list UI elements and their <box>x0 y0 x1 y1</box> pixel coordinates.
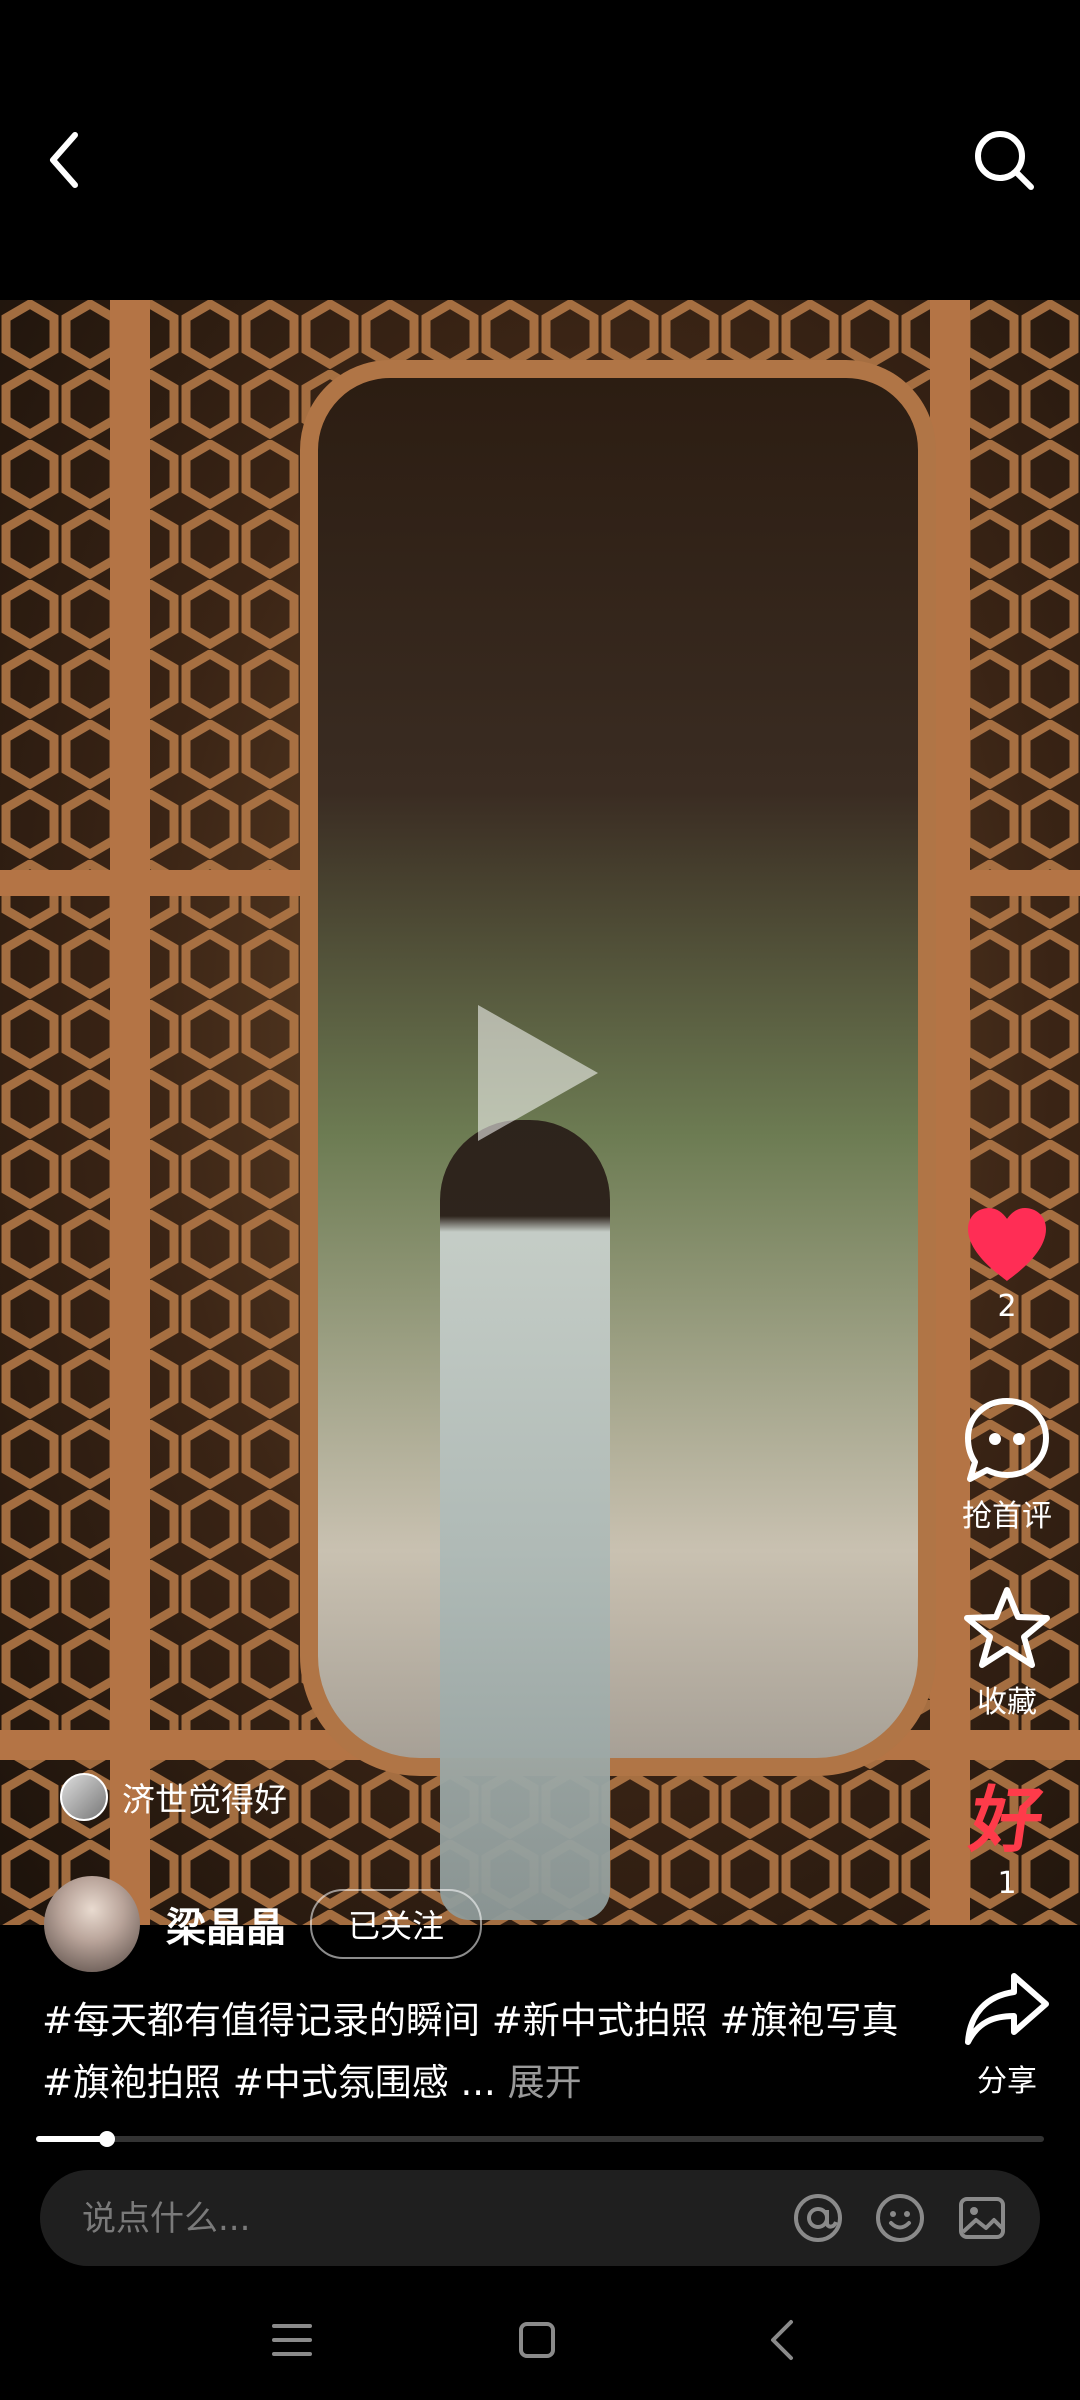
expand-link[interactable]: 展开 <box>508 2061 582 2104</box>
system-back-button[interactable] <box>742 2300 822 2380</box>
mention-at-icon[interactable] <box>792 2192 844 2244</box>
system-home-button[interactable] <box>497 2300 577 2380</box>
comment-label: 抢首评 <box>962 1499 1052 1534</box>
post-media[interactable] <box>0 300 1080 1925</box>
progress-fill <box>36 2136 107 2142</box>
author-name[interactable]: 梁晶晶 <box>166 1895 286 1953</box>
heart-icon <box>968 1208 1046 1281</box>
share-label: 分享 <box>977 2064 1037 2099</box>
share-button[interactable]: 分享 <box>952 1970 1062 2100</box>
good-button[interactable]: 好 1 <box>952 1778 1062 1901</box>
video-progress[interactable] <box>36 2131 1044 2147</box>
like-count: 2 <box>997 1289 1017 1324</box>
menu-icon <box>272 2324 312 2356</box>
comment-input[interactable] <box>80 2170 784 2268</box>
system-menu-button[interactable] <box>252 2300 332 2380</box>
star-icon <box>964 1587 1050 1668</box>
play-icon[interactable] <box>478 1005 598 1141</box>
post-description[interactable]: #每天都有值得记录的瞬间 #新中式拍照 #旗袍写真 #旗袍拍照 #中式氛围感 .… <box>42 1990 902 2114</box>
author-avatar[interactable] <box>44 1876 140 1972</box>
favorite-label: 收藏 <box>977 1685 1037 1720</box>
description-text: #每天都有值得记录的瞬间 #新中式拍照 #旗袍写真 #旗袍拍照 #中式氛围感 .… <box>42 1999 899 2104</box>
image-icon[interactable] <box>956 2192 1008 2244</box>
comment-icon <box>965 1398 1049 1482</box>
progress-knob[interactable] <box>98 2131 115 2147</box>
back-button[interactable] <box>30 120 100 200</box>
woman-figure <box>440 1120 610 1920</box>
home-icon <box>519 2322 555 2358</box>
good-count: 1 <box>997 1866 1017 1901</box>
back-icon <box>771 2320 793 2360</box>
search-icon <box>975 131 1034 190</box>
like-button[interactable]: 2 <box>952 1205 1062 1324</box>
chevron-left-icon <box>50 132 78 188</box>
follow-button[interactable]: 已关注 <box>310 1889 483 1959</box>
mention-tag[interactable]: 济世觉得好 <box>60 1773 287 1821</box>
share-icon <box>965 1973 1049 2045</box>
mention-name: 济世觉得好 <box>122 1780 287 1819</box>
search-button[interactable] <box>962 118 1046 202</box>
emoji-icon[interactable] <box>874 2192 926 2244</box>
comment-bar <box>40 2170 1040 2268</box>
mirror-frame <box>300 360 936 1776</box>
good-badge-icon: 好 <box>965 1778 1049 1862</box>
mention-avatar <box>60 1773 108 1821</box>
favorite-button[interactable]: 收藏 <box>952 1585 1062 1721</box>
author-row: 梁晶晶 已关注 <box>44 1876 483 1972</box>
comment-button[interactable]: 抢首评 <box>952 1395 1062 1535</box>
